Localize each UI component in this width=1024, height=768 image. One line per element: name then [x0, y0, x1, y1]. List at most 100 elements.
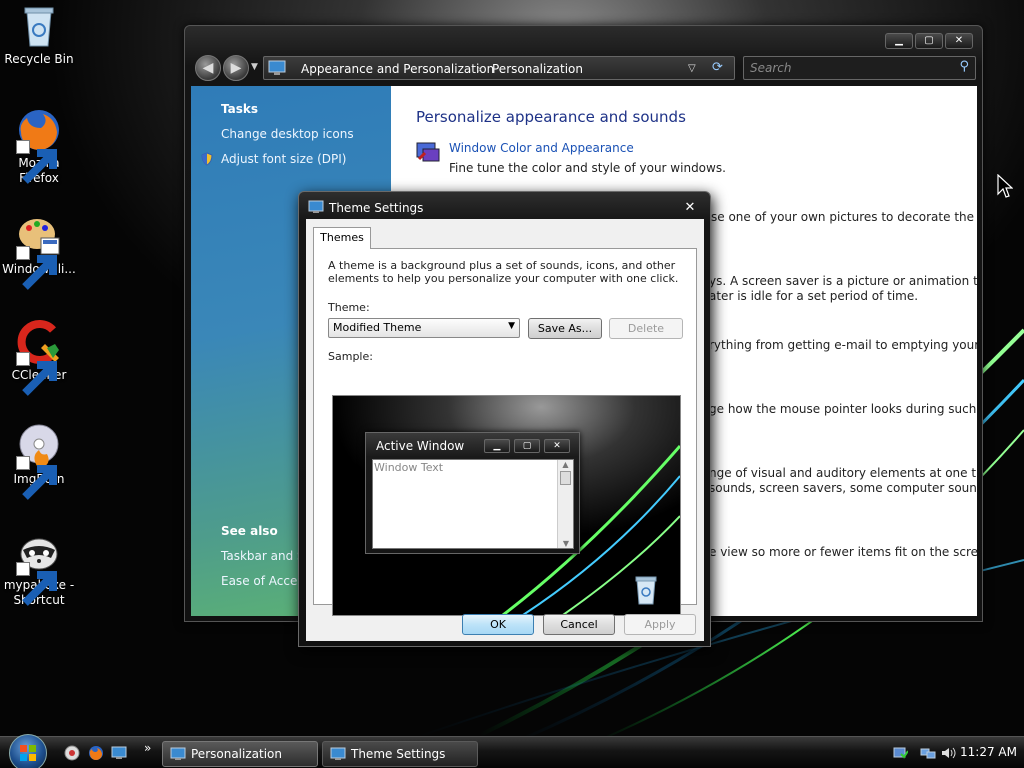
tasks-heading: Tasks: [221, 102, 259, 116]
quicklaunch-overflow-button[interactable]: »: [144, 741, 151, 755]
page-title: Personalize appearance and sounds: [416, 108, 686, 126]
taskbar-button-theme-settings[interactable]: Theme Settings: [322, 741, 478, 767]
see-also-heading: See also: [221, 524, 278, 538]
shortcut-arrow-icon: [16, 562, 57, 606]
navigation-bar: ◀ ▶ ▼ Appearance and Personalization › P…: [191, 55, 976, 83]
task-change-desktop-icons[interactable]: Change desktop icons: [221, 127, 354, 141]
theme-settings-dialog: Theme Settings ✕ Themes A theme is a bac…: [298, 191, 711, 647]
preview-window-body: Window Text ▲ ▼: [372, 459, 574, 549]
preview-active-window: Active Window ▁ ▢ ✕ Window Text ▲ ▼: [365, 432, 580, 554]
preview-recycle-bin-icon: [635, 576, 657, 605]
minimize-button[interactable]: ▁: [885, 33, 913, 49]
preview-minimize-icon: ▁: [484, 439, 510, 453]
breadcrumb-appearance[interactable]: Appearance and Personalization: [301, 62, 494, 76]
uac-shield-icon: [201, 152, 213, 166]
taskbar-button-label: Personalization: [191, 747, 282, 761]
maximize-button[interactable]: ▢: [915, 33, 943, 49]
taskbar-button-personalization[interactable]: Personalization: [162, 741, 318, 767]
preview-window-title: Active Window: [376, 439, 465, 453]
sample-label: Sample:: [328, 350, 373, 363]
theme-description-line1: A theme is a background plus a set of so…: [328, 259, 676, 272]
window-color-appearance-desc: Fine tune the color and style of your wi…: [449, 161, 726, 175]
raccoon-icon: [15, 528, 63, 606]
taskbar: » Personalization Theme Settings 11:27 A…: [0, 734, 1024, 768]
refresh-icon[interactable]: ⟳: [712, 60, 723, 75]
breadcrumb-personalization[interactable]: Personalization: [492, 62, 583, 76]
tray-volume-icon[interactable]: [940, 745, 956, 761]
scroll-thumb: [560, 471, 571, 485]
chevron-down-icon: ▼: [251, 62, 258, 72]
quicklaunch-show-desktop-icon[interactable]: [111, 745, 127, 761]
sounds-desc: rything from getting e-mail to emptying …: [709, 338, 977, 352]
mouse-cursor-icon: [997, 174, 1013, 198]
theme-desc-line2: sounds, screen savers, some computer sou…: [709, 481, 977, 495]
delete-button[interactable]: Delete: [609, 318, 683, 339]
dialog-title: Theme Settings: [329, 201, 424, 215]
window-color-appearance-link[interactable]: Window Color and Appearance: [449, 141, 634, 155]
theme-desc: nge of visual and auditory elements at o…: [709, 466, 977, 480]
address-dropdown-icon[interactable]: ▽: [688, 63, 696, 74]
quicklaunch-firefox-icon[interactable]: [88, 745, 104, 761]
scroll-down-icon: ▼: [562, 539, 570, 548]
minimize-icon: ▁: [895, 35, 903, 46]
imgburn-icon: [15, 422, 63, 500]
search-placeholder: Search: [750, 61, 792, 75]
tray-security-icon[interactable]: [892, 745, 908, 761]
desktop-icon-mypal[interactable]: mypal.exe - Shortcut: [0, 528, 78, 608]
shortcut-arrow-icon: [16, 246, 57, 290]
close-button[interactable]: ✕: [945, 33, 973, 49]
maximize-icon: ▢: [924, 35, 934, 46]
theme-description-line2: elements to help you personalize your co…: [328, 272, 679, 285]
quicklaunch-browser-icon[interactable]: [64, 745, 80, 761]
forward-arrow-icon: ▶: [230, 60, 242, 76]
cancel-button[interactable]: Cancel: [543, 614, 615, 635]
theme-dropdown[interactable]: Modified Theme ▼: [328, 318, 520, 338]
shortcut-arrow-icon: [16, 140, 57, 184]
search-icon: ⚲: [959, 59, 969, 74]
recent-pages-dropdown[interactable]: ▼: [251, 62, 258, 72]
control-panel-icon: [170, 747, 186, 760]
mouse-pointers-desc: ge how the mouse pointer looks during su…: [709, 402, 977, 416]
theme-settings-icon: [308, 200, 324, 213]
back-button[interactable]: ◀: [195, 55, 221, 81]
scroll-up-icon: ▲: [562, 460, 569, 469]
system-clock[interactable]: 11:27 AM: [960, 745, 1017, 759]
theme-settings-icon: [330, 747, 346, 760]
forward-button[interactable]: ▶: [223, 55, 249, 81]
desktop-icon-imgburn[interactable]: ImgBurn: [0, 422, 78, 500]
shortcut-arrow-icon: [16, 352, 57, 396]
ccleaner-icon: [15, 318, 63, 396]
desktop-icon-ccleaner[interactable]: CCleaner: [0, 318, 78, 396]
apply-button[interactable]: Apply: [624, 614, 696, 635]
close-icon: ✕: [954, 35, 964, 46]
screen-saver-desc: ys. A screen saver is a picture or anima…: [709, 274, 977, 288]
display-settings-desc: e view so more or fewer items fit on the…: [709, 545, 977, 559]
ok-button[interactable]: OK: [462, 614, 534, 635]
dialog-close-button[interactable]: ✕: [678, 200, 702, 216]
desktop-icon-recycle-bin[interactable]: Recycle Bin: [0, 2, 78, 67]
recycle-bin-icon: [15, 2, 63, 50]
themes-tab-panel: A theme is a background plus a set of so…: [313, 248, 697, 616]
search-input[interactable]: Search ⚲: [743, 56, 976, 80]
back-arrow-icon: ◀: [202, 60, 214, 76]
preview-scrollbar: ▲ ▼: [557, 460, 573, 548]
see-also-ease-of-access[interactable]: Ease of Access: [221, 574, 310, 588]
desktop-icon-mozilla-firefox[interactable]: Mozilla Firefox: [0, 106, 78, 186]
theme-selected-value: Modified Theme: [333, 321, 422, 334]
tray-network-icon[interactable]: [920, 745, 936, 761]
preview-maximize-icon: ▢: [514, 439, 540, 453]
windows-logo-icon: [20, 745, 36, 761]
firefox-icon: [15, 106, 63, 184]
start-button[interactable]: [9, 734, 47, 768]
save-as-button[interactable]: Save As...: [528, 318, 602, 339]
desktop-icon-windowblinds[interactable]: WindowBli...: [0, 212, 78, 290]
address-bar[interactable]: Appearance and Personalization › Persona…: [263, 56, 735, 80]
theme-sample-preview: Active Window ▁ ▢ ✕ Window Text ▲ ▼: [332, 395, 681, 616]
windowblinds-icon: [15, 212, 63, 290]
preview-close-icon: ✕: [544, 439, 570, 453]
task-adjust-font-size[interactable]: Adjust font size (DPI): [221, 152, 346, 166]
tab-themes[interactable]: Themes: [313, 227, 371, 249]
close-icon: ✕: [684, 200, 696, 215]
see-also-taskbar[interactable]: Taskbar and St: [221, 549, 309, 563]
breadcrumb-separator: ›: [477, 62, 482, 76]
